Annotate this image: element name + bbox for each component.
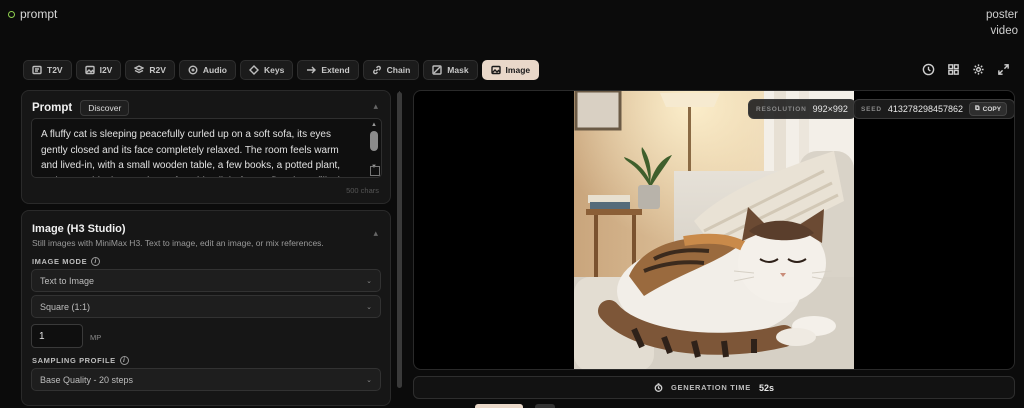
tab-keys[interactable]: Keys bbox=[239, 60, 294, 80]
image-icon bbox=[490, 65, 501, 75]
toolbar-icons bbox=[922, 63, 1010, 76]
status-dot-icon bbox=[8, 10, 15, 18]
expand-icon[interactable] bbox=[997, 63, 1010, 76]
bottom-secondary-button[interactable] bbox=[535, 404, 555, 408]
aspect-ratio-select[interactable]: Square (1:1) ⌄ bbox=[31, 295, 381, 318]
stopwatch-icon bbox=[654, 383, 663, 392]
tab-label: I2V bbox=[99, 65, 113, 75]
tab-r2v[interactable]: R2V bbox=[125, 60, 175, 80]
copy-label: COPY bbox=[982, 105, 1002, 113]
tab-extend[interactable]: Extend bbox=[297, 60, 359, 80]
generated-image[interactable] bbox=[574, 91, 854, 370]
header-link-poster[interactable]: poster bbox=[986, 7, 1018, 23]
aspect-ratio-value: Square (1:1) bbox=[40, 301, 91, 312]
sampling-label-text: SAMPLING PROFILE bbox=[32, 356, 116, 365]
sampling-profile-label: SAMPLING PROFILE i bbox=[32, 356, 129, 365]
tab-label: R2V bbox=[149, 65, 166, 75]
grid-icon[interactable] bbox=[947, 63, 960, 76]
panel-resize-divider[interactable] bbox=[397, 92, 402, 388]
tab-mask[interactable]: Mask bbox=[423, 60, 478, 80]
tab-label: Image bbox=[505, 65, 531, 75]
image-mode-value: Text to Image bbox=[40, 275, 95, 286]
history-icon[interactable] bbox=[922, 63, 935, 76]
app-brand[interactable]: prompt bbox=[8, 7, 57, 21]
image-mode-label-text: IMAGE MODE bbox=[32, 257, 88, 266]
audio-icon bbox=[188, 65, 198, 75]
tab-label: Keys bbox=[263, 65, 285, 75]
link-icon bbox=[372, 65, 381, 75]
megapixel-input[interactable]: 1 bbox=[31, 324, 83, 348]
text-box-icon bbox=[32, 65, 42, 75]
image-icon bbox=[84, 65, 95, 75]
prompt-title: Prompt bbox=[32, 102, 73, 114]
collapse-prompt-icon[interactable]: ▴ bbox=[373, 101, 378, 112]
top-bar: prompt poster video bbox=[0, 0, 1024, 56]
resolution-label: RESOLUTION bbox=[756, 105, 807, 113]
tab-chain[interactable]: Chain bbox=[362, 60, 420, 80]
image-panel-description: Still images with MiniMax H3. Text to im… bbox=[32, 238, 324, 248]
mode-tabs: T2V I2V R2V Audio Keys Extend Chain Mask… bbox=[23, 60, 540, 80]
header-links: poster video bbox=[986, 7, 1018, 39]
tab-label: Audio bbox=[202, 65, 227, 75]
copy-seed-button[interactable]: ⧉ COPY bbox=[969, 102, 1008, 116]
info-icon[interactable]: i bbox=[91, 257, 101, 266]
tab-image[interactable]: Image bbox=[481, 60, 540, 80]
sampling-profile-select[interactable]: Base Quality - 20 steps ⌄ bbox=[31, 368, 381, 391]
info-icon[interactable]: i bbox=[119, 356, 129, 365]
diamond-icon bbox=[248, 65, 259, 75]
megapixel-unit: MP bbox=[90, 333, 102, 342]
layers-icon bbox=[134, 65, 145, 74]
tab-label: Extend bbox=[321, 65, 350, 75]
scroll-up-icon[interactable]: ▲ bbox=[370, 122, 378, 128]
bottom-action-button[interactable] bbox=[475, 404, 523, 408]
tab-label: Mask bbox=[447, 65, 469, 75]
mask-icon bbox=[432, 65, 442, 75]
image-mode-label: IMAGE MODE i bbox=[32, 257, 101, 266]
image-settings-panel: Image (H3 Studio) ▴ Still images with Mi… bbox=[21, 210, 391, 406]
settings-icon[interactable] bbox=[972, 63, 985, 76]
tab-i2v[interactable]: I2V bbox=[75, 60, 122, 80]
arrow-right-icon bbox=[307, 66, 317, 74]
resize-handle-icon[interactable] bbox=[370, 166, 380, 176]
seed-value: 413278298457862 bbox=[887, 104, 963, 114]
generation-time-label: GENERATION TIME bbox=[671, 383, 751, 392]
seed-badge: SEED 413278298457862 ⧉ COPY bbox=[853, 99, 1014, 119]
image-canvas: RESOLUTION 992×992 SEED 413278298457862 … bbox=[413, 90, 1015, 370]
prompt-textarea[interactable]: A fluffy cat is sleeping peacefully curl… bbox=[31, 118, 382, 178]
app-title: prompt bbox=[20, 7, 58, 21]
chevron-down-icon: ⌄ bbox=[366, 303, 372, 311]
char-count: 500 chars bbox=[346, 186, 379, 195]
header-link-video[interactable]: video bbox=[986, 23, 1019, 39]
sampling-profile-value: Base Quality - 20 steps bbox=[40, 374, 134, 385]
copy-icon: ⧉ bbox=[975, 105, 980, 112]
generation-time-bar: GENERATION TIME 52s bbox=[413, 376, 1015, 399]
prompt-text[interactable]: A fluffy cat is sleeping peacefully curl… bbox=[32, 119, 381, 177]
resolution-value: 992×992 bbox=[812, 104, 848, 114]
generation-time-value: 52s bbox=[758, 382, 774, 393]
discover-button[interactable]: Discover bbox=[80, 100, 130, 116]
prompt-header: Prompt Discover bbox=[32, 100, 130, 116]
tab-audio[interactable]: Audio bbox=[178, 60, 236, 80]
image-panel-title: Image (H3 Studio) bbox=[32, 223, 126, 235]
tab-label: T2V bbox=[47, 65, 63, 75]
chevron-down-icon: ⌄ bbox=[366, 277, 372, 285]
image-mode-select[interactable]: Text to Image ⌄ bbox=[31, 269, 381, 292]
collapse-image-panel-icon[interactable]: ▴ bbox=[373, 228, 378, 239]
chevron-down-icon: ⌄ bbox=[366, 376, 372, 384]
scroll-thumb[interactable] bbox=[370, 131, 378, 151]
seed-label: SEED bbox=[861, 105, 882, 113]
tab-t2v[interactable]: T2V bbox=[23, 60, 72, 80]
resolution-badge: RESOLUTION 992×992 bbox=[748, 99, 856, 119]
tab-label: Chain bbox=[386, 65, 411, 75]
prompt-panel: Prompt Discover ▴ A fluffy cat is sleepi… bbox=[21, 90, 391, 204]
